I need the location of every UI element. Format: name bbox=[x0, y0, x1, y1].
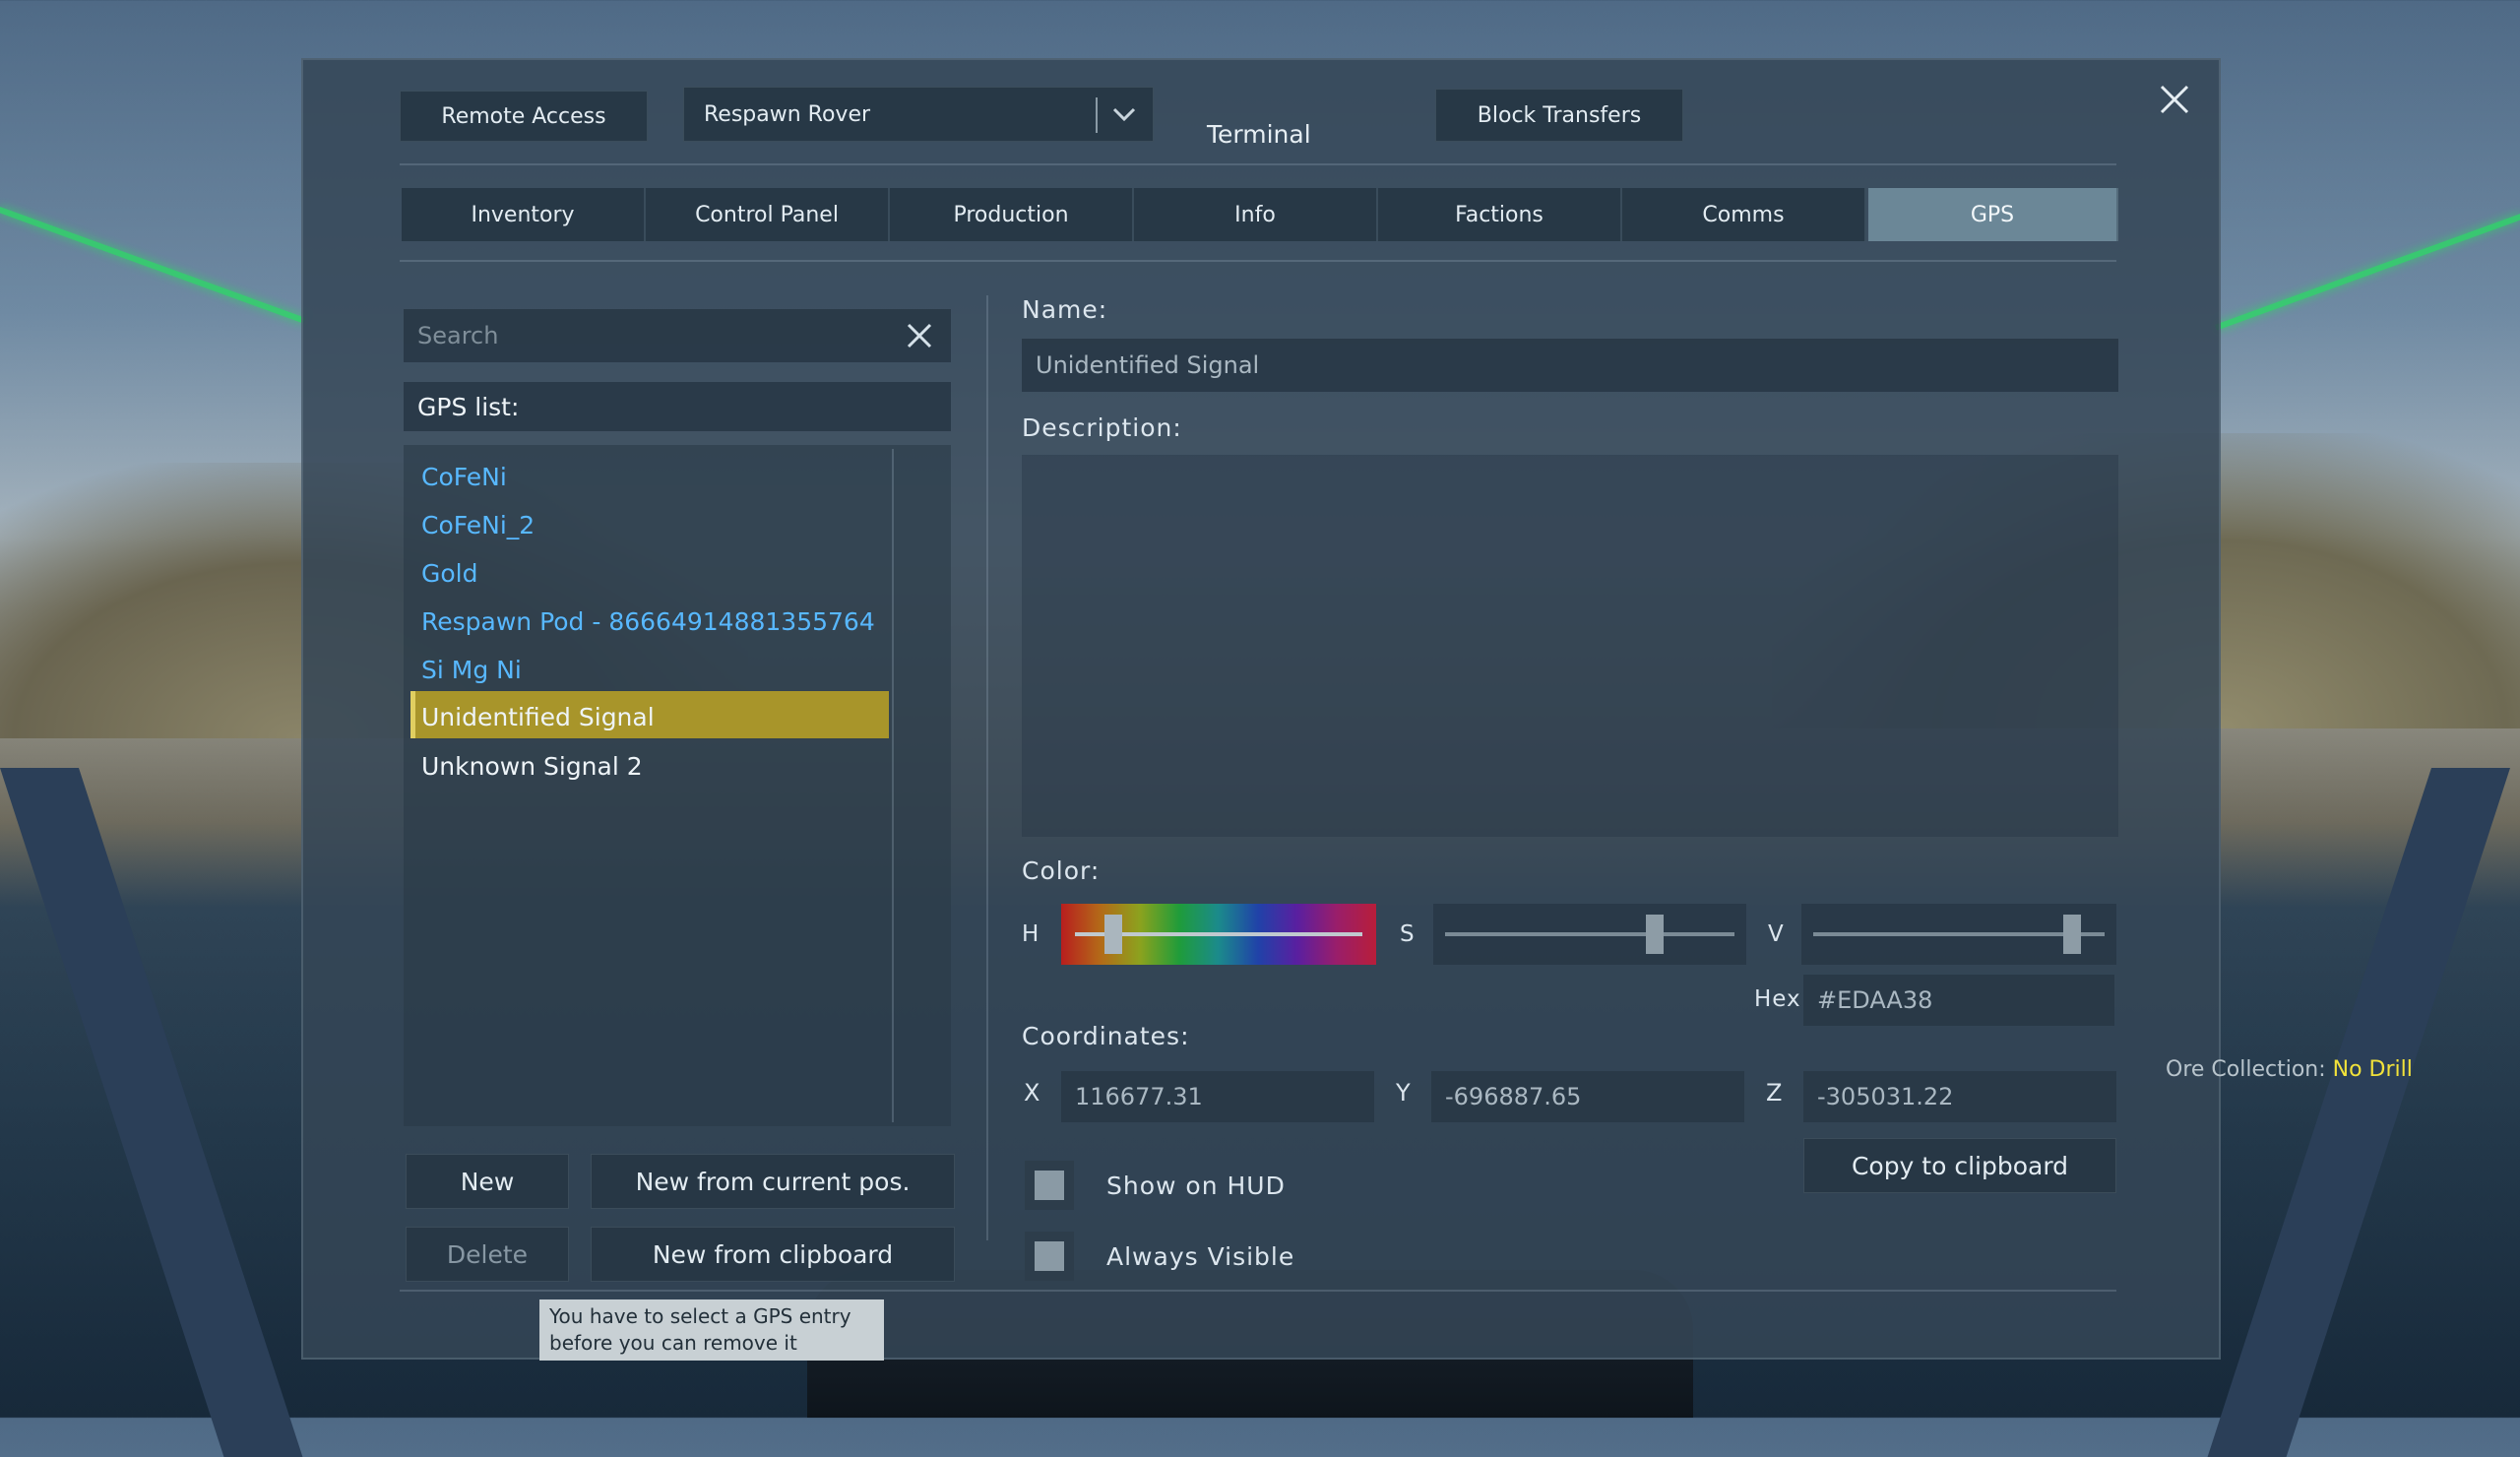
description-textarea[interactable] bbox=[1022, 455, 2118, 837]
name-input[interactable]: Unidentified Signal bbox=[1022, 339, 2118, 392]
tab-comms[interactable]: Comms bbox=[1622, 188, 1866, 241]
y-coordinate-input[interactable]: -696887.65 bbox=[1431, 1071, 1744, 1122]
z-label: Z bbox=[1766, 1079, 1784, 1107]
gps-list-header: GPS list: bbox=[404, 382, 951, 431]
close-icon[interactable] bbox=[2158, 83, 2191, 116]
ore-collection-label: Ore Collection: bbox=[2166, 1057, 2326, 1082]
always-visible-label: Always Visible bbox=[1106, 1242, 1295, 1271]
new-button[interactable]: New bbox=[406, 1154, 569, 1209]
block-selector-dropdown[interactable]: Respawn Rover bbox=[683, 87, 1154, 142]
value-label: V bbox=[1768, 921, 1785, 947]
ore-collection-value: No Drill bbox=[2332, 1057, 2413, 1082]
tabs-divider bbox=[400, 260, 2116, 262]
hue-slider-knob[interactable] bbox=[1104, 915, 1122, 954]
ore-collection-status: Ore Collection: No Drill bbox=[2166, 1057, 2413, 1082]
show-on-hud-checkbox[interactable] bbox=[1025, 1161, 1074, 1210]
clear-search-icon[interactable] bbox=[906, 322, 933, 349]
value-slider-track bbox=[1813, 932, 2105, 936]
z-coordinate-value: -305031.22 bbox=[1817, 1083, 1954, 1110]
cockpit-frame-left bbox=[0, 768, 303, 1457]
coordinates-label: Coordinates: bbox=[1022, 1022, 1190, 1050]
show-on-hud-label: Show on HUD bbox=[1106, 1172, 1286, 1200]
delete-tooltip-line-1: You have to select a GPS entry bbox=[549, 1304, 851, 1328]
value-slider[interactable] bbox=[1801, 904, 2116, 965]
x-coordinate-value: 116677.31 bbox=[1075, 1083, 1203, 1110]
new-from-current-pos-button[interactable]: New from current pos. bbox=[591, 1154, 955, 1209]
description-label: Description: bbox=[1022, 413, 1182, 442]
tab-production[interactable]: Production bbox=[890, 188, 1134, 241]
z-coordinate-input[interactable]: -305031.22 bbox=[1803, 1071, 2116, 1122]
gps-item-cofeni[interactable]: CoFeNi bbox=[421, 455, 507, 498]
always-visible-checkbox[interactable] bbox=[1025, 1232, 1074, 1281]
column-divider bbox=[986, 295, 988, 1240]
tab-info[interactable]: Info bbox=[1134, 188, 1378, 241]
saturation-slider[interactable] bbox=[1433, 904, 1746, 965]
color-label: Color: bbox=[1022, 856, 1101, 885]
gps-list-scrollbar[interactable] bbox=[892, 449, 894, 1122]
gps-item-respawn-pod[interactable]: Respawn Pod - 86664914881355764 bbox=[421, 600, 875, 643]
saturation-label: S bbox=[1400, 921, 1416, 947]
hue-slider[interactable] bbox=[1061, 904, 1376, 965]
dropdown-divider bbox=[1096, 97, 1098, 133]
saturation-slider-knob[interactable] bbox=[1646, 915, 1664, 954]
block-selector-value: Respawn Rover bbox=[704, 101, 871, 127]
block-transfers-button[interactable]: Block Transfers bbox=[1435, 89, 1683, 142]
x-coordinate-input[interactable]: 116677.31 bbox=[1061, 1071, 1374, 1122]
bottom-divider bbox=[400, 1290, 2116, 1292]
top-divider bbox=[400, 163, 2116, 165]
y-label: Y bbox=[1396, 1079, 1412, 1107]
x-label: X bbox=[1024, 1079, 1041, 1107]
remote-access-button[interactable]: Remote Access bbox=[400, 91, 648, 142]
gps-item-unidentified-signal[interactable]: Unidentified Signal bbox=[421, 695, 655, 738]
tab-control-panel[interactable]: Control Panel bbox=[646, 188, 890, 241]
tab-gps[interactable]: GPS bbox=[1868, 188, 2118, 241]
chevron-down-icon[interactable] bbox=[1109, 99, 1139, 135]
tab-inventory[interactable]: Inventory bbox=[402, 188, 646, 241]
search-input[interactable]: Search bbox=[404, 309, 951, 362]
hud-green-line-right bbox=[2215, 214, 2520, 331]
hex-input-value: #EDAA38 bbox=[1817, 986, 1933, 1014]
tab-factions[interactable]: Factions bbox=[1378, 188, 1622, 241]
name-label: Name: bbox=[1022, 295, 1108, 324]
saturation-slider-track bbox=[1445, 932, 1734, 936]
search-placeholder: Search bbox=[417, 322, 499, 349]
value-slider-knob[interactable] bbox=[2063, 915, 2081, 954]
name-input-value: Unidentified Signal bbox=[1036, 351, 1260, 379]
delete-tooltip-line-2: before you can remove it bbox=[549, 1331, 797, 1355]
hue-label: H bbox=[1022, 921, 1040, 947]
gps-item-unknown-signal-2[interactable]: Unknown Signal 2 bbox=[421, 744, 643, 788]
cockpit-frame-right bbox=[2207, 768, 2510, 1457]
hud-green-line-left bbox=[0, 207, 306, 324]
y-coordinate-value: -696887.65 bbox=[1445, 1083, 1582, 1110]
window-title: Terminal bbox=[1207, 120, 1311, 149]
hex-label: Hex bbox=[1754, 986, 1801, 1012]
copy-to-clipboard-button[interactable]: Copy to clipboard bbox=[1803, 1138, 2116, 1193]
delete-tooltip: You have to select a GPS entry before yo… bbox=[539, 1299, 884, 1361]
gps-item-gold[interactable]: Gold bbox=[421, 551, 477, 595]
gps-item-si-mg-ni[interactable]: Si Mg Ni bbox=[421, 648, 522, 691]
gps-list-header-label: GPS list: bbox=[417, 392, 520, 421]
gps-item-cofeni-2[interactable]: CoFeNi_2 bbox=[421, 503, 535, 546]
hex-input[interactable]: #EDAA38 bbox=[1803, 975, 2114, 1026]
new-from-clipboard-button[interactable]: New from clipboard bbox=[591, 1227, 955, 1282]
delete-button[interactable]: Delete bbox=[406, 1227, 569, 1282]
